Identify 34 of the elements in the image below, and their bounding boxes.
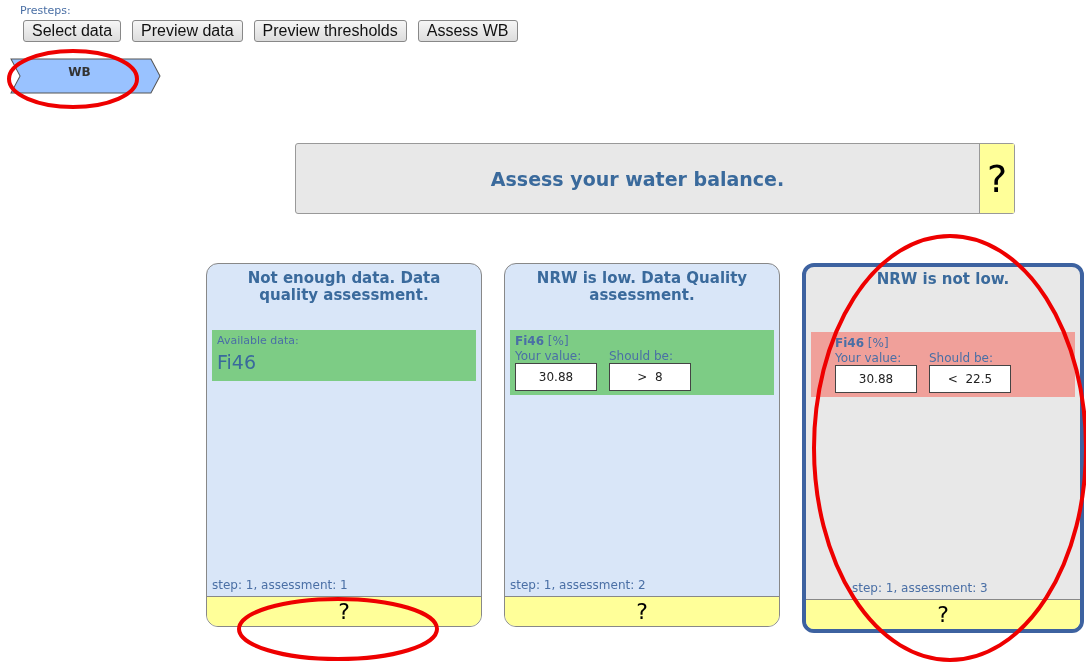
prestep-button[interactable]: Assess WB xyxy=(417,20,518,42)
step-info: step: 1, assessment: 2 xyxy=(509,578,647,594)
value-field: 30.88 xyxy=(515,363,597,391)
indicator-name: Fi46 xyxy=(515,334,544,348)
threshold-field: < 22.5 xyxy=(929,365,1011,393)
value-field: 30.88 xyxy=(835,365,917,393)
threshold-label: Should be: xyxy=(609,349,674,363)
help-button[interactable]: ? xyxy=(505,596,779,626)
value-label: Your value: xyxy=(515,349,583,363)
help-button[interactable]: ? xyxy=(979,144,1014,213)
threshold-label: Should be: xyxy=(929,351,994,365)
threshold-field: > 8 xyxy=(609,363,691,391)
help-button[interactable]: ? xyxy=(806,599,1080,629)
step-chevron[interactable]: WB xyxy=(10,58,161,94)
step-info: step: 1, assessment: 3 xyxy=(851,581,989,597)
available-label: Available data: xyxy=(217,334,300,347)
prestep-button[interactable]: Preview thresholds xyxy=(253,20,407,42)
indicator-unit: [%] xyxy=(867,336,889,350)
assessment-card[interactable]: NRW is low. Data Quality assessment. Fi46 [%] Your value: 30.88 Should be: > 8 step: 1, assessment: 2 ? xyxy=(504,263,780,627)
card-title: NRW is not low. xyxy=(875,269,1011,290)
card-title: NRW is low. Data Quality assessment. xyxy=(535,268,749,306)
step-info: step: 1, assessment: 1 xyxy=(211,578,349,594)
indicator-unit: [%] xyxy=(547,334,569,348)
card-title: Not enough data. Data quality assessment. xyxy=(246,268,442,306)
prestep-button[interactable]: Preview data xyxy=(132,20,243,42)
help-button[interactable]: ? xyxy=(207,596,481,626)
prestep-button[interactable]: Select data xyxy=(23,20,122,42)
indicator-name: Fi46 xyxy=(835,336,864,350)
value-label: Your value: xyxy=(835,351,903,365)
available-value: Fi46 xyxy=(217,350,257,375)
header-title: Assess your water balance. xyxy=(489,166,786,192)
assessment-card[interactable]: Not enough data. Data quality assessment. Available data: Fi46 step: 1, assessment: 1 ? xyxy=(206,263,482,627)
assessment-card[interactable]: NRW is not low. Fi46 [%] Your value: 30.88 Should be: < 22.5 step: 1, assessment: 3 ? xyxy=(802,263,1084,633)
presteps-label: Presteps: xyxy=(20,4,72,17)
